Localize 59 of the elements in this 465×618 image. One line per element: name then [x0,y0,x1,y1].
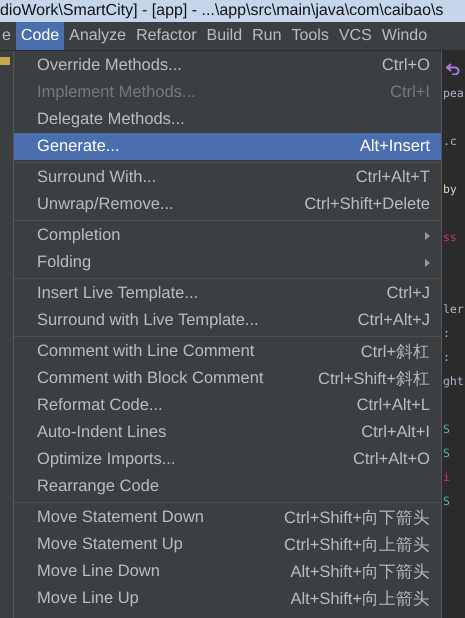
code-fragment: S [442,446,450,460]
code-fragment: by [442,182,457,196]
code-fragment: pea [442,86,464,100]
code-fragment: ler [442,302,464,316]
menu-item[interactable]: Surround With... Ctrl+Alt+T [14,164,441,191]
code-fragment: S [442,422,450,436]
code-fragment: i [442,470,450,484]
shortcut-label: Ctrl+O [382,56,430,75]
shortcut-label: Ctrl+Alt+O [352,450,430,469]
shortcut-label: Alt+Shift+向上箭头 [290,588,430,610]
menu-item[interactable]: Move Line Down Alt+Shift+向下箭头 [14,558,441,585]
shortcut-label: Ctrl+Shift+向上箭头 [284,534,430,556]
shortcut-label: Alt+Shift+向下箭头 [290,562,430,582]
menu-item[interactable]: Optimize Imports... Ctrl+Alt+O [14,446,441,473]
menu-item[interactable]: Delegate Methods... [14,106,441,133]
menu-item[interactable]: Insert Live Template... Ctrl+J [14,280,441,307]
menu-bar-item[interactable]: Refactor [131,22,202,50]
code-fragment: ght [442,374,464,388]
menu-item[interactable]: Completion [14,222,441,249]
shortcut-label: Ctrl+J [386,284,430,303]
code-fragment: S [442,494,450,508]
shortcut-label: Ctrl+Shift+向下箭头 [284,508,430,528]
shortcut-label: Ctrl+斜杠 [360,342,430,362]
menu-bar-item[interactable]: Tools [286,22,334,50]
code-fragment: .c [442,134,457,148]
menu-item[interactable]: Surround with Live Template... Ctrl+Alt+J [14,307,441,334]
menu-item[interactable]: Unwrap/Remove... Ctrl+Shift+Delete [14,191,441,218]
menu-bar-item[interactable]: Analyze [64,22,132,50]
code-fragment: : [442,350,450,364]
menu-item[interactable]: Move Line Up Alt+Shift+向上箭头 [14,585,441,612]
shortcut-label: Ctrl+Shift+斜杠 [318,368,430,390]
menu-item[interactable]: Move Statement Down Ctrl+Shift+向下箭头 [14,504,441,531]
code-fragment: : [442,326,450,340]
menu-item[interactable]: Override Methods... Ctrl+O [14,52,441,79]
undo-icon[interactable] [446,63,460,75]
menu-item[interactable]: Generate... Alt+Insert [14,133,441,160]
menu-item[interactable]: Comment with Line Comment Ctrl+斜杠 [14,338,441,365]
folder-icon [0,57,10,65]
shortcut-label: Ctrl+Alt+T [356,168,430,187]
menu-bar-item[interactable]: Build [202,22,248,50]
menu-item[interactable]: Rearrange Code [14,473,441,500]
menu-item[interactable]: Folding [14,249,441,276]
window-title: dioWork\SmartCity] - [app] - ...\app\src\main\java\com\caibao\s [0,2,444,20]
menu-item[interactable]: Move Statement Up Ctrl+Shift+向上箭头 [14,531,441,558]
menu-item[interactable]: Auto-Indent Lines Ctrl+Alt+I [14,419,441,446]
menu-item[interactable]: Reformat Code... Ctrl+Alt+L [14,392,441,419]
shortcut-label: Ctrl+Alt+I [361,423,430,442]
code-fragment: ss [442,230,457,244]
shortcut-label: Ctrl+I [390,83,430,102]
menu-bar-item[interactable]: Windo [376,22,432,50]
menu-bar-item[interactable]: Code [16,22,64,50]
shortcut-label: Alt+Insert [360,137,430,156]
shortcut-label: Ctrl+Alt+L [356,396,430,415]
menu-item[interactable]: Comment with Block Comment Ctrl+Shift+斜杠 [14,365,441,392]
menu-bar-item[interactable]: e [0,22,16,50]
menu-bar-item[interactable]: Run [247,22,286,50]
menu-bar-item[interactable]: VCS [334,22,377,50]
shortcut-label: Ctrl+Shift+Delete [304,195,430,214]
shortcut-label: Ctrl+Alt+J [358,311,430,330]
